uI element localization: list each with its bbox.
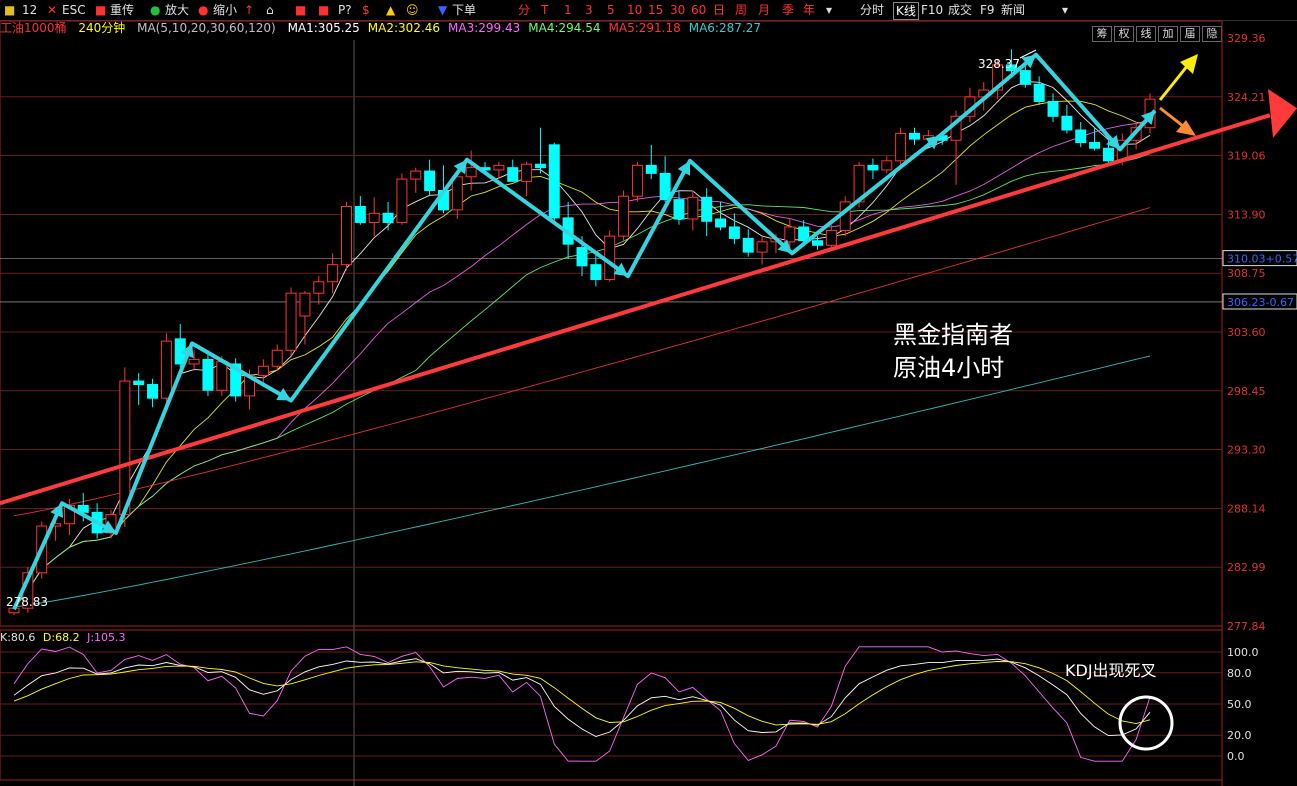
candle-body xyxy=(673,199,685,220)
candle-body xyxy=(1019,70,1031,85)
high-price-label: 328.37 xyxy=(978,57,1020,71)
candle-body xyxy=(341,205,352,266)
candle-body xyxy=(354,205,366,223)
kdj-k-line xyxy=(13,658,1151,737)
candle-body xyxy=(784,226,796,243)
candle-body xyxy=(451,176,463,211)
candle-body xyxy=(147,384,159,399)
candle-body xyxy=(271,349,283,367)
price-tag-label: 306.23-0.67 xyxy=(1227,296,1294,309)
candle-body xyxy=(299,292,311,317)
candle-body xyxy=(867,164,879,171)
candle-body xyxy=(1061,115,1073,131)
candle-body xyxy=(257,365,269,376)
candle-body xyxy=(881,160,893,171)
candle-body xyxy=(396,178,408,223)
candle-body xyxy=(465,167,477,178)
price-tick-label: 313.90 xyxy=(1227,208,1266,221)
candle-body xyxy=(507,167,519,182)
candle-body xyxy=(188,358,200,365)
price-tick-label: 288.14 xyxy=(1227,502,1266,515)
candle-body xyxy=(895,132,907,162)
price-tick-label: 293.30 xyxy=(1227,444,1266,457)
candle-body xyxy=(1102,147,1114,162)
kdj-tick-label: 50.0 xyxy=(1227,698,1252,711)
main-panel-frame xyxy=(0,20,1223,627)
candle-body xyxy=(410,170,422,180)
candle-body xyxy=(313,281,325,294)
candle-body xyxy=(424,170,436,191)
kdj-d-line xyxy=(13,661,1151,726)
projection-up-line xyxy=(1158,64,1190,101)
kdj-cross-circle xyxy=(1118,695,1174,751)
candle-body xyxy=(327,264,339,283)
price-tick-label: 308.75 xyxy=(1227,267,1266,280)
candle-body xyxy=(909,132,920,140)
candle-body xyxy=(382,212,394,223)
candle-body xyxy=(825,229,837,246)
candle-body xyxy=(216,361,228,391)
kdj-d-label: D:68.2 xyxy=(42,631,80,644)
price-tick-label: 282.99 xyxy=(1227,561,1266,574)
price-tick-label: 298.45 xyxy=(1227,385,1266,398)
watermark-line-2: 原油4小时 xyxy=(893,354,1004,382)
candle-body xyxy=(1047,100,1059,117)
candle-body xyxy=(590,264,602,281)
candle-body xyxy=(728,226,740,239)
kdj-tick-label: 0.0 xyxy=(1227,750,1245,763)
candle-body xyxy=(1089,142,1101,149)
kdj-tick-label: 20.0 xyxy=(1227,729,1252,742)
candle-body xyxy=(756,241,768,253)
candle-body xyxy=(368,212,380,223)
candle-body xyxy=(631,164,643,197)
candle-body xyxy=(604,235,616,280)
ma-line-6 xyxy=(13,355,1151,608)
price-tick-label: 324.21 xyxy=(1227,91,1266,104)
kdj-annotation: KDJ出现死叉 xyxy=(1065,661,1157,680)
price-tick-label: 329.36 xyxy=(1227,32,1266,45)
kdj-tick-label: 80.0 xyxy=(1227,667,1252,680)
candle-body xyxy=(285,292,297,351)
price-tick-label: 303.60 xyxy=(1227,326,1266,339)
candle-body xyxy=(521,163,533,182)
trend-arrow-head xyxy=(1268,88,1297,138)
projection-down-line xyxy=(1159,106,1184,128)
price-tick-label: 277.84 xyxy=(1227,620,1266,633)
candle-body xyxy=(618,195,630,237)
candle-body xyxy=(576,247,588,267)
candle-body xyxy=(1075,129,1087,144)
low-price-label: 278.83 xyxy=(6,595,48,609)
candle-body xyxy=(160,340,172,399)
candle-body xyxy=(687,196,699,220)
candle-body xyxy=(202,358,214,391)
candle-body xyxy=(701,196,713,222)
candle-body xyxy=(798,226,810,242)
kdj-legend: K:80.6 D:68.2 J:105.3 xyxy=(0,631,130,644)
watermark-line-1: 黑金指南者 xyxy=(893,321,1013,349)
kdj-tick-label: 100.0 xyxy=(1227,646,1259,659)
kdj-j-label: J:105.3 xyxy=(87,631,126,644)
candle-body xyxy=(493,164,505,171)
candle-body xyxy=(645,164,657,174)
candle-body xyxy=(133,380,145,385)
candle-body xyxy=(1033,83,1045,102)
candle-body xyxy=(812,240,823,246)
candle-body xyxy=(548,144,560,219)
kdj-k-label: K:80.6 xyxy=(0,631,36,644)
price-tick-label: 319.06 xyxy=(1227,150,1266,163)
candle-body xyxy=(742,237,754,253)
price-tag-label: 310.03+0.57 xyxy=(1227,253,1297,266)
candle-body xyxy=(659,172,671,201)
price-chart: 329.36 324.21 319.06 313.90 308.75 303.60 298.… xyxy=(0,20,1297,786)
candle-body xyxy=(534,163,546,169)
candle-body xyxy=(119,380,131,516)
candle-body xyxy=(715,218,727,228)
